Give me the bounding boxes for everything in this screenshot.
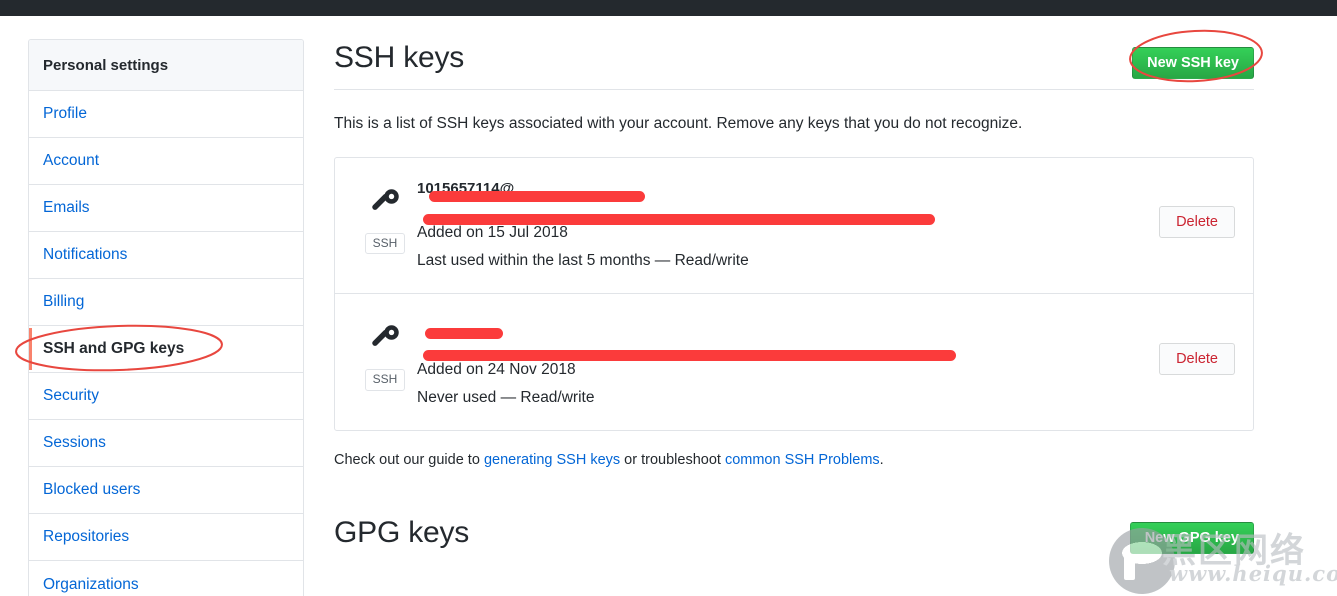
sidebar-item-billing[interactable]: Billing xyxy=(29,279,303,326)
ssh-key-usage: Last used within the last 5 months — Rea… xyxy=(417,252,749,270)
sidebar-item-emails[interactable]: Emails xyxy=(29,185,303,232)
ssh-key-fingerprint xyxy=(417,336,1147,354)
sidebar-item-repositories[interactable]: Repositories xyxy=(29,514,303,561)
gpg-page-title: GPG keys xyxy=(334,515,470,549)
sidebar-item-label: Profile xyxy=(43,105,87,122)
sidebar-item-blocked-users[interactable]: Blocked users xyxy=(29,467,303,514)
page-root: Personal settings Profile Account Emails… xyxy=(0,0,1337,596)
sidebar-item-security[interactable]: Security xyxy=(29,373,303,420)
ssh-key-added-date: Added on 15 Jul 2018 xyxy=(417,223,568,241)
ssh-key-usage: Never used — Read/write xyxy=(417,388,595,406)
ssh-key-details: 1015657114@ Added on 15 Jul 2018 Last us… xyxy=(417,180,1159,274)
sidebar-header: Personal settings xyxy=(29,40,303,91)
ssh-key-row: SSH Added on 24 Nov 2018 Never used — Re… xyxy=(335,294,1253,430)
footnote-suffix: . xyxy=(879,451,884,468)
ssh-help-footnote: Check out our guide to generating SSH ke… xyxy=(334,452,1254,468)
ssh-key-fingerprint xyxy=(417,199,1147,217)
footnote-prefix: Check out our guide to xyxy=(334,451,484,468)
key-type-badge: SSH xyxy=(364,369,406,391)
personal-settings-sidebar: Personal settings Profile Account Emails… xyxy=(28,39,304,596)
ssh-key-details: Added on 24 Nov 2018 Never used — Read/w… xyxy=(417,316,1159,410)
ssh-key-title xyxy=(417,316,1147,335)
gpg-keys-header: GPG keys New GPG key xyxy=(334,515,1254,554)
ssh-keys-list: SSH 1015657114@ Added on 15 Jul 2018 Las… xyxy=(334,156,1254,431)
new-ssh-key-button[interactable]: New SSH key xyxy=(1132,47,1254,79)
delete-ssh-key-button[interactable]: Delete xyxy=(1159,342,1235,375)
main-content: SSH keys New SSH key This is a list of S… xyxy=(334,28,1254,554)
ssh-keys-description: This is a list of SSH keys associated wi… xyxy=(334,115,1023,132)
common-ssh-problems-link[interactable]: common SSH Problems xyxy=(725,452,880,468)
new-gpg-key-button[interactable]: New GPG key xyxy=(1129,521,1254,554)
sidebar-item-label: Organizations xyxy=(43,575,139,593)
sidebar-item-label: Security xyxy=(43,387,99,404)
ssh-key-title: 1015657114@ xyxy=(417,179,515,197)
sidebar-item-label: Billing xyxy=(43,293,85,310)
key-icon xyxy=(368,186,402,225)
key-icon-column: SSH xyxy=(353,180,417,255)
watermark-url-text: www.heiqu.com xyxy=(1169,561,1337,586)
key-type-badge: SSH xyxy=(364,232,406,255)
sidebar-item-label: Repositories xyxy=(43,528,130,545)
sidebar-item-ssh-and-gpg-keys[interactable]: SSH and GPG keys xyxy=(29,326,303,373)
ssh-keys-header: SSH keys New SSH key xyxy=(334,28,1254,90)
delete-ssh-key-button[interactable]: Delete xyxy=(1159,206,1235,239)
watermark-logo-stem xyxy=(1124,550,1135,580)
sidebar-item-organizations[interactable]: Organizations xyxy=(29,561,303,596)
sidebar-item-label: Notifications xyxy=(43,246,128,263)
sidebar-item-sessions[interactable]: Sessions xyxy=(29,420,303,467)
generating-ssh-keys-link[interactable]: generating SSH keys xyxy=(484,452,620,468)
site-header-bar xyxy=(0,0,1337,16)
sidebar-item-notifications[interactable]: Notifications xyxy=(29,232,303,279)
key-icon-column: SSH xyxy=(353,316,417,391)
sidebar-item-label: Account xyxy=(43,152,100,169)
sidebar-item-label: Blocked users xyxy=(43,481,141,498)
sidebar-item-label: Emails xyxy=(43,199,90,216)
sidebar-item-profile[interactable]: Profile xyxy=(29,91,303,138)
ssh-key-added-date: Added on 24 Nov 2018 xyxy=(417,360,576,378)
sidebar-item-label: SSH and GPG keys xyxy=(43,340,185,357)
sidebar-item-label: Sessions xyxy=(43,434,106,451)
sidebar-item-account[interactable]: Account xyxy=(29,138,303,185)
ssh-key-row: SSH 1015657114@ Added on 15 Jul 2018 Las… xyxy=(335,158,1253,295)
key-icon xyxy=(368,322,402,361)
footnote-middle: or troubleshoot xyxy=(620,451,725,468)
page-title: SSH keys xyxy=(334,41,465,74)
